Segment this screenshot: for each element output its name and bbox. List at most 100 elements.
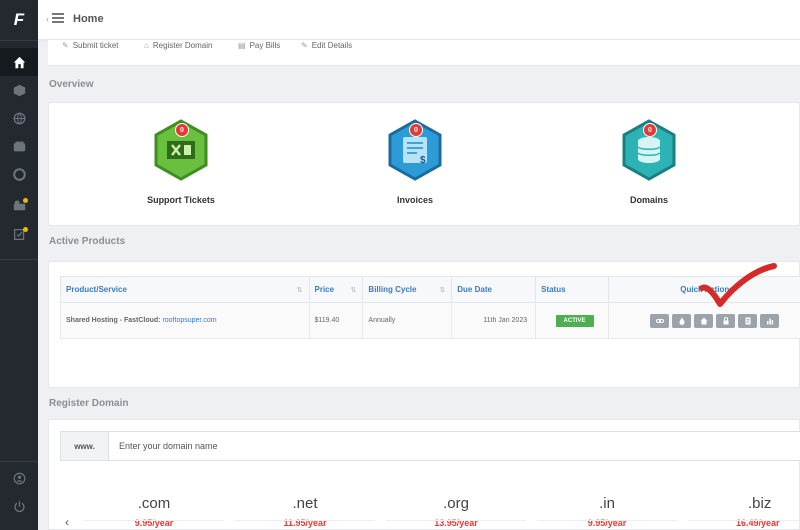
status-badge: ACTIVE xyxy=(555,314,594,327)
stats-action-button[interactable] xyxy=(760,313,780,328)
sidebar-item-billing[interactable] xyxy=(0,132,38,160)
login-action-button[interactable] xyxy=(716,313,736,328)
quick-links-bar: ✎ Submit ticket ⌂ Register Domain ▤ Pay … xyxy=(48,40,800,66)
sidebar-item-account[interactable] xyxy=(0,464,38,492)
sidebar-item-logout[interactable] xyxy=(0,492,38,520)
sidebar-divider xyxy=(0,461,38,462)
home-icon: ⌂ xyxy=(144,41,149,50)
register-domain-heading: Register Domain xyxy=(49,398,129,409)
active-products-card: Product/Service ⇅ Price ⇅ Billing Cycle ⇅ D… xyxy=(48,261,800,388)
column-header-due-date[interactable]: Due Date xyxy=(451,276,537,303)
tld-item[interactable]: .biz 16.49/year xyxy=(688,495,800,528)
drop-action-button[interactable] xyxy=(672,313,692,328)
link-action-button[interactable] xyxy=(650,313,670,328)
user-icon xyxy=(13,472,25,484)
cube-icon xyxy=(13,84,25,96)
app-logo[interactable]: F xyxy=(0,0,38,40)
sidebar-item-home[interactable] xyxy=(0,48,38,76)
svg-text:$: $ xyxy=(420,155,426,166)
domain-search-box: www. xyxy=(60,431,800,461)
tld-name: .org xyxy=(443,495,469,512)
due-date-cell: 11th Jan 2023 xyxy=(451,302,537,339)
quick-link-submit-ticket[interactable]: ✎ Submit ticket xyxy=(62,41,119,50)
domain-prefix: www. xyxy=(61,432,109,460)
sidebar: F xyxy=(0,0,38,530)
hamburger-menu-icon[interactable] xyxy=(52,13,64,23)
overview-support-tickets[interactable]: 0 Support Tickets xyxy=(111,119,251,205)
bill-icon: ▤ xyxy=(238,41,246,50)
lifebuoy-icon xyxy=(12,167,26,181)
count-badge: 0 xyxy=(409,123,423,137)
home-icon xyxy=(700,317,708,324)
sidebar-item-domains[interactable] xyxy=(0,104,38,132)
tld-name: .net xyxy=(292,495,318,512)
sidebar-item-support[interactable] xyxy=(0,160,38,188)
bar-chart-icon xyxy=(766,318,773,324)
domain-search-input[interactable] xyxy=(119,438,719,454)
column-header-status[interactable]: Status xyxy=(535,276,610,303)
overview-invoices[interactable]: $ 0 Invoices xyxy=(345,119,485,205)
quick-link-label: Edit Details xyxy=(311,41,353,50)
power-icon xyxy=(13,500,25,512)
sidebar-item-affiliates[interactable] xyxy=(0,190,38,218)
globe-icon xyxy=(13,112,25,124)
page-title: Home xyxy=(73,13,104,25)
quick-link-edit-details[interactable]: ✎ Edit Details xyxy=(301,41,352,50)
products-table: Product/Service ⇅ Price ⇅ Billing Cycle ⇅ D… xyxy=(60,276,800,339)
sort-icon: ⇅ xyxy=(439,287,446,294)
home-action-button[interactable] xyxy=(694,313,714,328)
wallet-icon xyxy=(13,141,25,151)
quick-link-label: Submit ticket xyxy=(72,41,119,50)
billing-cycle-cell: Annually xyxy=(362,302,453,339)
quick-link-label: Register Domain xyxy=(152,41,213,50)
sidebar-divider xyxy=(0,40,38,41)
overview-domains[interactable]: 0 Domains xyxy=(579,119,719,205)
count-badge: 0 xyxy=(175,123,189,137)
column-header-price[interactable]: Price ⇅ xyxy=(308,276,364,303)
product-cell: Shared Hosting - FastCloud: rooftopsuper… xyxy=(60,302,310,339)
quick-actions-cell xyxy=(608,302,800,339)
price-cell: $119.40 xyxy=(308,302,364,339)
document-icon xyxy=(745,317,751,324)
count-badge: 0 xyxy=(643,123,657,137)
notification-dot xyxy=(23,198,28,203)
sort-icon: ⇅ xyxy=(296,287,303,294)
quick-link-pay-bills[interactable]: ▤ Pay Bills xyxy=(238,41,280,50)
carousel-prev-icon[interactable]: ‹ xyxy=(65,515,69,529)
overview-label: Invoices xyxy=(396,195,434,205)
column-header-quick-actions: Quick Actions xyxy=(608,276,800,303)
quick-link-label: Pay Bills xyxy=(249,41,281,50)
overview-label: Support Tickets xyxy=(147,195,215,205)
column-header-billing-cycle[interactable]: Billing Cycle ⇅ xyxy=(362,276,453,303)
overview-card: 0 Support Tickets $ 0 Invoices 0 Domains xyxy=(48,102,800,226)
quick-link-register-domain[interactable]: ⌂ Register Domain xyxy=(144,41,212,50)
sidebar-item-tasks[interactable] xyxy=(0,220,38,248)
sort-icon: ⇅ xyxy=(350,287,357,294)
lock-icon xyxy=(723,316,729,324)
tld-item[interactable]: .com 9.95/year xyxy=(84,495,224,528)
top-bar: ‹ Home xyxy=(38,0,800,40)
ticket-icon: ✎ xyxy=(62,41,69,50)
pencil-icon: ✎ xyxy=(301,41,308,50)
overview-label: Domains xyxy=(629,195,668,205)
column-header-product[interactable]: Product/Service ⇅ xyxy=(60,276,310,303)
table-row[interactable]: Shared Hosting - FastCloud: rooftopsuper… xyxy=(60,302,800,339)
overview-heading: Overview xyxy=(49,79,94,90)
sidebar-item-services[interactable] xyxy=(0,76,38,104)
tld-name: .com xyxy=(137,495,171,512)
drop-icon xyxy=(679,317,685,325)
register-domain-card: www. ‹ .com 9.95/year .net 11.95/year .o… xyxy=(48,419,800,530)
tld-name: .in xyxy=(599,495,615,512)
tld-item[interactable]: .net 11.95/year xyxy=(235,495,375,528)
sidebar-divider xyxy=(0,259,38,260)
tld-name: .biz xyxy=(748,495,772,512)
status-cell: ACTIVE xyxy=(535,302,610,339)
active-products-heading: Active Products xyxy=(49,236,126,247)
link-icon xyxy=(655,318,664,323)
notification-dot xyxy=(23,227,28,232)
tld-item[interactable]: .in 9.95/year xyxy=(537,495,677,528)
chevron-left-icon[interactable]: ‹ xyxy=(46,14,49,24)
invoice-action-button[interactable] xyxy=(738,313,758,328)
tld-item[interactable]: .org 13.95/year xyxy=(386,495,526,528)
product-domain-link[interactable]: rooftopsuper.com xyxy=(162,317,216,324)
